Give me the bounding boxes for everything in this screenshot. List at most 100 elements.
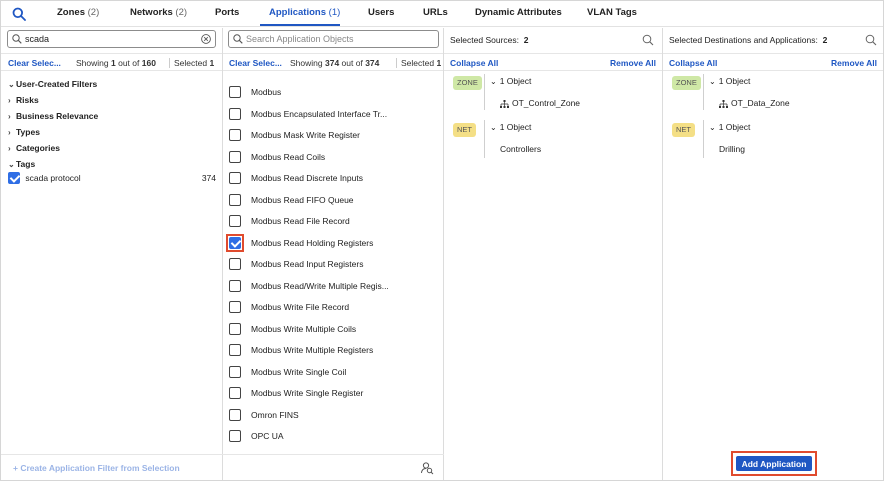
selected-sources-pane: Selected Sources: 2 Collapse All Remove … bbox=[444, 28, 663, 480]
application-label: Modbus Write Single Coil bbox=[251, 366, 347, 377]
application-checkbox[interactable] bbox=[229, 301, 241, 313]
application-list-item[interactable]: Modbus Read Coils bbox=[229, 148, 439, 166]
application-list-item[interactable]: Modbus Encapsulated Interface Tr... bbox=[229, 105, 439, 123]
tab-urls[interactable]: URLs bbox=[423, 7, 448, 18]
object-group-toggle[interactable]: ⌄ 1 Object bbox=[709, 122, 750, 132]
application-label: Modbus Write Single Register bbox=[251, 388, 364, 398]
application-list-item[interactable]: Modbus bbox=[229, 83, 439, 101]
search-icon bbox=[233, 34, 243, 44]
application-label: Modbus Write Multiple Registers bbox=[251, 345, 374, 355]
tab-applications[interactable]: Applications (1) bbox=[269, 7, 340, 18]
application-checkbox[interactable] bbox=[229, 258, 241, 270]
filter-search-value: scada bbox=[25, 34, 50, 44]
application-list-item[interactable]: Omron FINS bbox=[229, 406, 439, 424]
active-tab-indicator bbox=[260, 24, 340, 26]
clear-selection-link[interactable]: Clear Selec... bbox=[229, 58, 282, 68]
application-checkbox[interactable] bbox=[229, 215, 241, 227]
application-list-item[interactable]: Modbus Read FIFO Queue bbox=[229, 191, 439, 209]
application-checkbox[interactable] bbox=[229, 387, 241, 399]
selection-highlight bbox=[226, 233, 244, 252]
filter-section-business-relevance[interactable]: › Business Relevance bbox=[8, 111, 98, 121]
application-checkbox[interactable] bbox=[229, 86, 241, 98]
tab-networks[interactable]: Networks (2) bbox=[130, 7, 187, 18]
sources-header: Selected Sources: 2 bbox=[444, 28, 662, 52]
tab-zones[interactable]: Zones (2) bbox=[57, 7, 99, 18]
application-list-item[interactable]: Modbus Write Multiple Coils bbox=[229, 320, 439, 338]
application-list-item[interactable]: OPC UA bbox=[229, 427, 439, 445]
collapse-all-link[interactable]: Collapse All bbox=[450, 58, 498, 68]
filter-search-input[interactable]: scada bbox=[7, 30, 216, 48]
application-checkbox[interactable] bbox=[229, 193, 241, 206]
application-list-item[interactable]: Modbus Write Multiple Registers bbox=[229, 341, 439, 359]
search-icon[interactable] bbox=[12, 7, 26, 21]
application-list-item[interactable]: Modbus Write Single Register bbox=[229, 384, 439, 402]
showing-count: Showing 1 out of 160 bbox=[76, 58, 156, 68]
filter-section-user-created[interactable]: ⌄User-Created Filters bbox=[8, 79, 97, 89]
application-label: Modbus bbox=[251, 87, 282, 97]
tab-ports[interactable]: Ports bbox=[215, 7, 239, 18]
collapse-all-link[interactable]: Collapse All bbox=[669, 58, 717, 68]
application-checkbox[interactable] bbox=[229, 344, 241, 356]
filter-section-tags[interactable]: ⌄Tags bbox=[8, 159, 35, 169]
tab-users[interactable]: Users bbox=[368, 7, 394, 18]
tree-line bbox=[484, 74, 485, 110]
application-checkbox[interactable] bbox=[229, 365, 241, 378]
application-checkbox[interactable] bbox=[229, 430, 241, 442]
filter-section-categories[interactable]: › Categories bbox=[8, 143, 60, 153]
tab-vlan-tags[interactable]: VLAN Tags bbox=[587, 7, 637, 18]
application-label: Modbus Read File Record bbox=[251, 216, 350, 226]
chevron-right-icon: › bbox=[8, 96, 11, 105]
sources-subbar: Collapse All Remove All bbox=[444, 53, 662, 71]
object-group-toggle[interactable]: ⌄ 1 Object bbox=[709, 76, 750, 86]
app-search-input[interactable]: Search Application Objects bbox=[228, 30, 439, 48]
chevron-down-icon: ⌄ bbox=[8, 80, 15, 89]
tab-dynamic-attributes[interactable]: Dynamic Attributes bbox=[475, 7, 562, 18]
application-checkbox[interactable] bbox=[229, 172, 241, 184]
application-label: Modbus Mask Write Register bbox=[251, 130, 360, 140]
object-group-toggle[interactable]: ⌄ 1 Object bbox=[490, 122, 531, 132]
app-subbar: Clear Selec... Showing 374 out of 374 Se… bbox=[223, 53, 443, 71]
application-list-item[interactable]: Modbus Write Single Coil bbox=[229, 363, 439, 381]
application-label: Modbus Read Discrete Inputs bbox=[251, 173, 363, 183]
application-label: Omron FINS bbox=[251, 409, 299, 420]
application-checkbox[interactable] bbox=[229, 150, 241, 163]
application-list-item[interactable]: Modbus Read Discrete Inputs bbox=[229, 169, 439, 187]
application-label: OPC UA bbox=[251, 431, 284, 441]
application-checkbox[interactable] bbox=[229, 129, 241, 141]
hierarchy-icon bbox=[500, 99, 509, 108]
chevron-right-icon: › bbox=[8, 128, 11, 137]
application-label: Modbus Write Multiple Coils bbox=[251, 323, 357, 334]
application-checkbox[interactable] bbox=[229, 107, 241, 120]
remove-all-link[interactable]: Remove All bbox=[831, 58, 877, 68]
tag-filter-scada-protocol[interactable]: scada protocol 374 bbox=[8, 172, 220, 184]
destinations-header: Selected Destinations and Applications: … bbox=[663, 28, 883, 52]
add-rule-dialog: Zones (2) Networks (2) Ports Application… bbox=[0, 0, 884, 481]
remove-all-link[interactable]: Remove All bbox=[610, 58, 656, 68]
application-list-item[interactable]: Modbus Read/Write Multiple Regis... bbox=[229, 277, 439, 295]
tag-checkbox[interactable] bbox=[8, 172, 20, 184]
application-list-item[interactable]: Modbus Read File Record bbox=[229, 212, 439, 230]
create-filter-link[interactable]: + Create Application Filter from Selecti… bbox=[13, 463, 180, 473]
application-list-item[interactable]: Modbus Write File Record bbox=[229, 298, 439, 316]
search-icon[interactable] bbox=[642, 34, 654, 46]
add-application-button[interactable]: Add Application bbox=[736, 456, 812, 471]
filter-section-types[interactable]: › Types bbox=[8, 127, 40, 137]
chevron-down-icon: ⌄ bbox=[709, 77, 716, 86]
object-group-toggle[interactable]: ⌄ 1 Object bbox=[490, 76, 531, 86]
application-checkbox[interactable] bbox=[229, 322, 241, 335]
user-search-icon[interactable] bbox=[420, 461, 434, 475]
source-network-item: Controllers bbox=[500, 144, 542, 154]
application-checkbox[interactable] bbox=[229, 408, 241, 421]
filter-section-risks[interactable]: › Risks bbox=[8, 95, 39, 105]
application-checkbox[interactable] bbox=[229, 279, 241, 292]
application-list-item[interactable]: Modbus Read Input Registers bbox=[229, 255, 439, 273]
tab-bar: Zones (2) Networks (2) Ports Application… bbox=[1, 1, 883, 27]
search-icon[interactable] bbox=[865, 34, 877, 46]
clear-selection-link[interactable]: Clear Selec... bbox=[8, 58, 61, 68]
application-list-item[interactable]: Modbus Read Holding Registers bbox=[226, 233, 439, 252]
filter-subbar: Clear Selec... Showing 1 out of 160 Sele… bbox=[1, 53, 222, 71]
clear-search-icon[interactable] bbox=[201, 34, 211, 44]
application-list-item[interactable]: Modbus Mask Write Register bbox=[229, 126, 439, 144]
add-application-highlight: Add Application bbox=[731, 451, 817, 476]
destinations-subbar: Collapse All Remove All bbox=[663, 53, 883, 71]
